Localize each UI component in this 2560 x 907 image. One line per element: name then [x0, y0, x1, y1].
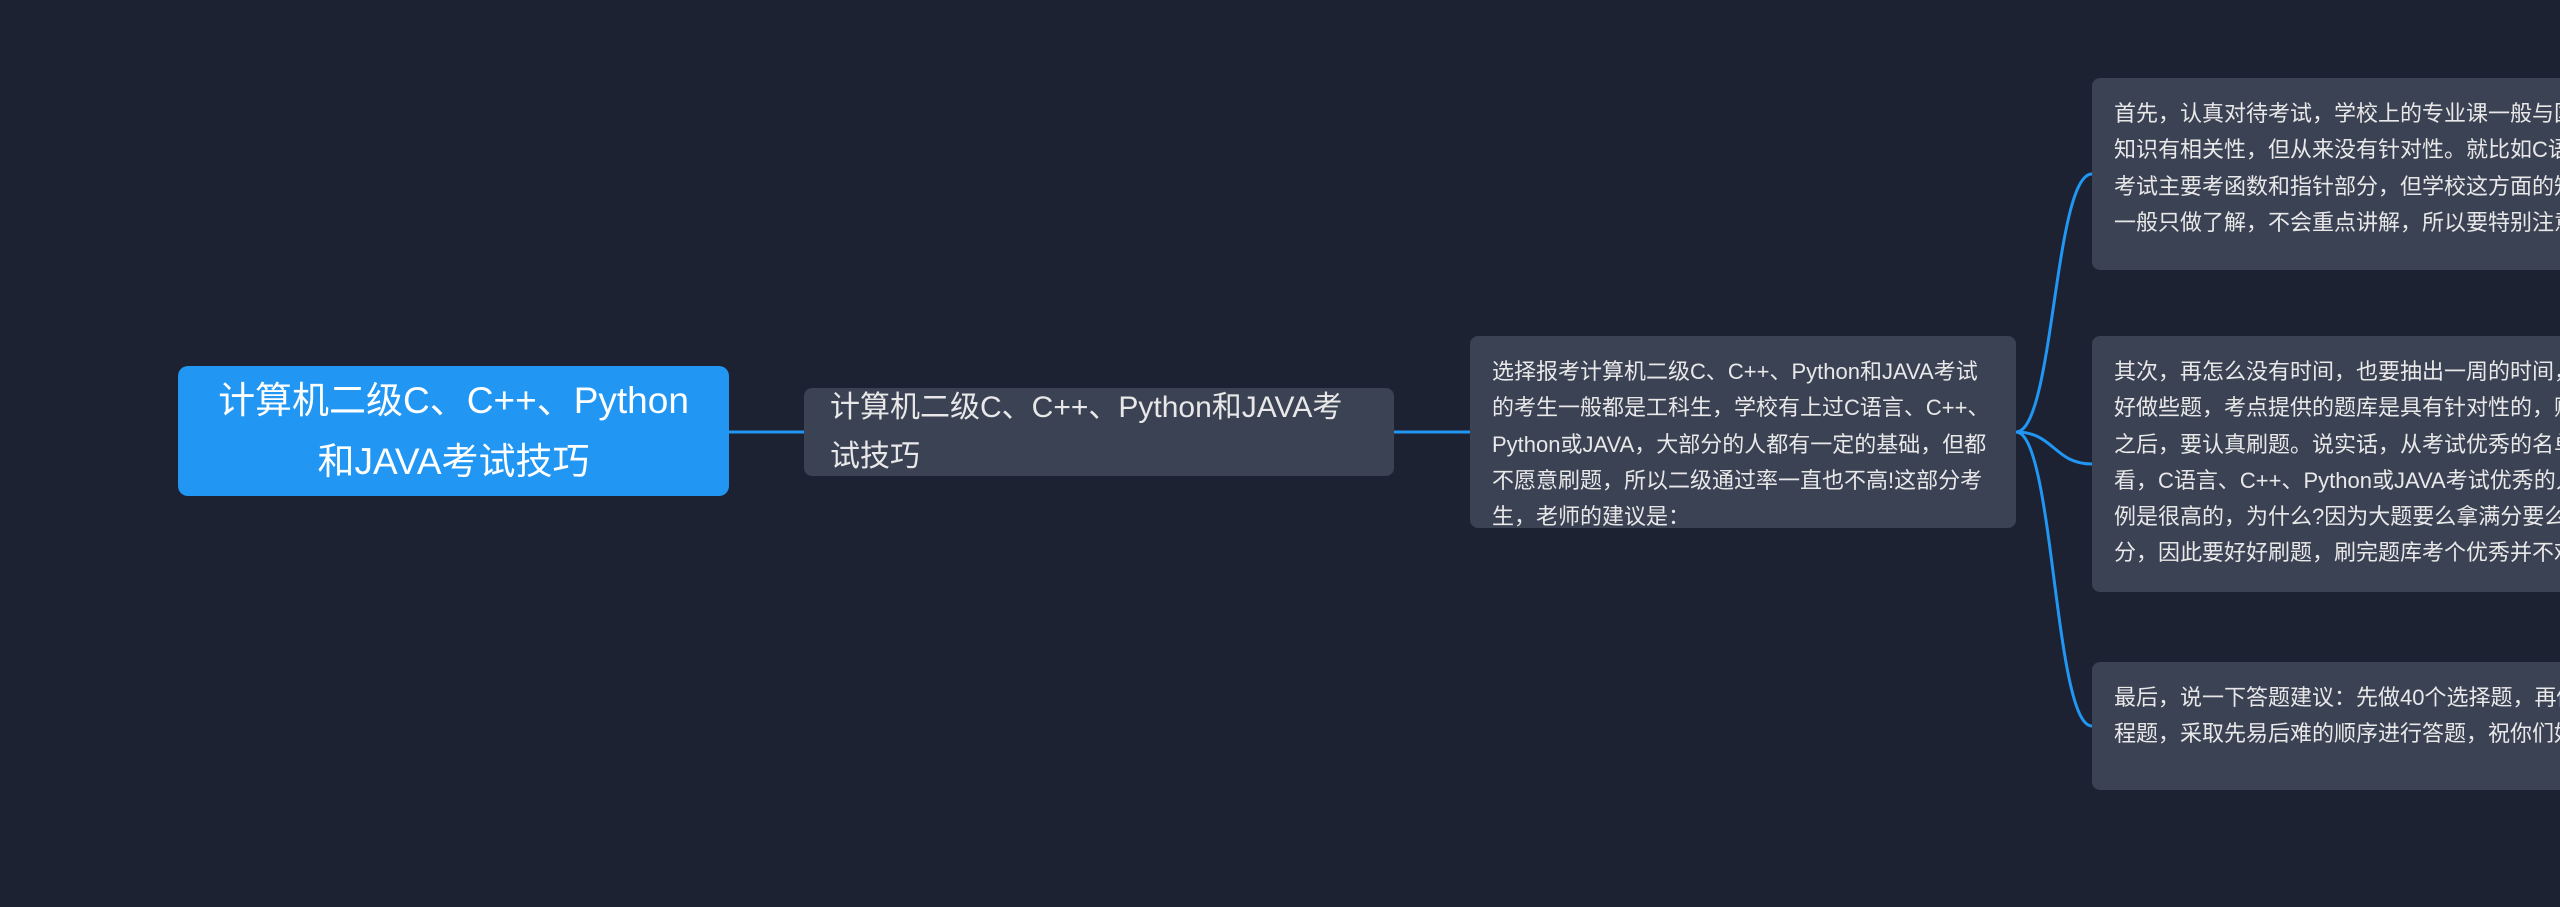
- mindmap-root-node[interactable]: 计算机二级C、C++、Python和JAVA考试技巧: [178, 366, 729, 496]
- level3a-label: 首先，认真对待考试，学校上的专业课一般与国考知识有相关性，但从来没有针对性。就比…: [2114, 101, 2560, 235]
- mindmap-level2-node[interactable]: 选择报考计算机二级C、C++、Python和JAVA考试的考生一般都是工科生，学…: [1470, 336, 2016, 528]
- mindmap-level3-node-a[interactable]: 首先，认真对待考试，学校上的专业课一般与国考知识有相关性，但从来没有针对性。就比…: [2092, 78, 2560, 270]
- level1-label: 计算机二级C、C++、Python和JAVA考试技巧: [830, 383, 1368, 482]
- root-label: 计算机二级C、C++、Python和JAVA考试技巧: [208, 370, 699, 492]
- level2-label: 选择报考计算机二级C、C++、Python和JAVA考试的考生一般都是工科生，学…: [1492, 359, 1989, 529]
- level3c-label: 最后，说一下答题建议：先做40个选择题，再做编程题，采取先易后难的顺序进行答题，…: [2114, 685, 2560, 746]
- mindmap-level3-node-b[interactable]: 其次，再怎么没有时间，也要抽出一周的时间，好好做些题，考点提供的题库是具有针对性…: [2092, 336, 2560, 592]
- mindmap-level3-node-c[interactable]: 最后，说一下答题建议：先做40个选择题，再做编程题，采取先易后难的顺序进行答题，…: [2092, 662, 2560, 790]
- level3b-label: 其次，再怎么没有时间，也要抽出一周的时间，好好做些题，考点提供的题库是具有针对性…: [2114, 359, 2560, 565]
- mindmap-level1-node[interactable]: 计算机二级C、C++、Python和JAVA考试技巧: [804, 388, 1394, 476]
